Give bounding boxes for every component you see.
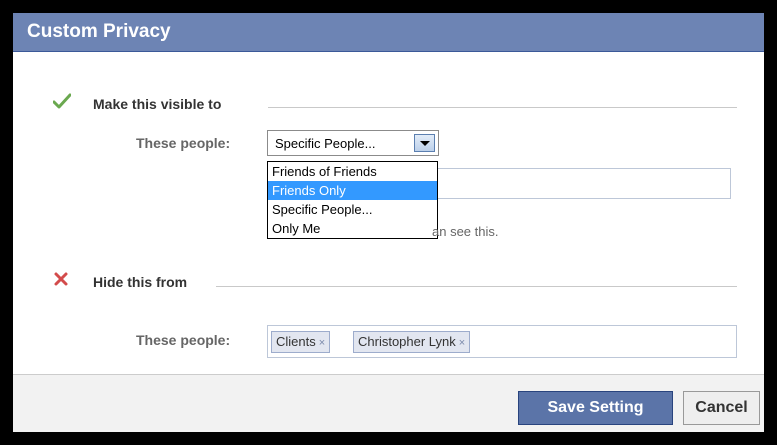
hide-people-input[interactable]	[267, 325, 737, 358]
option-friends-of-friends[interactable]: Friends of Friends	[268, 162, 437, 181]
visibility-dropdown: Friends of Friends Friends Only Specific…	[267, 161, 438, 239]
dialog-footer: Save Setting Cancel	[13, 374, 764, 432]
save-setting-button[interactable]: Save Setting	[518, 391, 673, 425]
custom-privacy-dialog: Custom Privacy Make this visible to Thes…	[13, 13, 764, 432]
section-divider	[216, 286, 737, 287]
option-specific-people[interactable]: Specific People...	[268, 200, 437, 219]
visible-people-label: These people:	[136, 135, 231, 151]
red-x-icon	[53, 271, 69, 291]
hide-people-label: These people:	[136, 332, 231, 348]
dialog-title: Custom Privacy	[27, 21, 171, 42]
cancel-button[interactable]: Cancel	[683, 391, 760, 425]
check-icon	[52, 93, 72, 113]
remove-token-icon[interactable]: ×	[459, 337, 465, 349]
visible-section-title: Make this visible to	[93, 96, 222, 112]
chevron-down-icon[interactable]	[414, 134, 435, 152]
section-divider	[268, 107, 737, 108]
token-christopher-lynk[interactable]: Christopher Lynk ×	[353, 331, 471, 353]
remove-token-icon[interactable]: ×	[319, 337, 325, 349]
token-label: Christopher Lynk	[358, 334, 456, 349]
option-friends-only[interactable]: Friends Only	[268, 181, 437, 200]
visibility-select-value: Specific People...	[275, 136, 376, 151]
token-label: Clients	[276, 334, 316, 349]
visibility-select[interactable]: Specific People...	[267, 130, 439, 156]
hide-section-title: Hide this from	[93, 274, 188, 290]
specific-people-input[interactable]	[433, 168, 731, 199]
visibility-hint: an see this.	[432, 224, 499, 239]
token-clients[interactable]: Clients ×	[271, 331, 331, 353]
dialog-titlebar: Custom Privacy	[13, 13, 764, 52]
option-only-me[interactable]: Only Me	[268, 219, 437, 238]
